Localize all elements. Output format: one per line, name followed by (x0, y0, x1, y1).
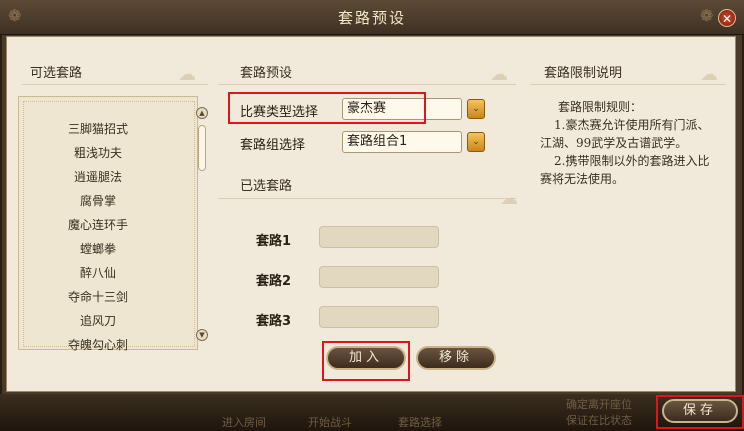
slot-field[interactable] (319, 226, 439, 248)
highlight-frame (228, 92, 426, 124)
group-select[interactable]: 套路组合1 (342, 131, 462, 153)
rule-text: 2.携带限制以外的套路进入比赛将无法使用。 (540, 154, 710, 186)
scroll-thumb[interactable] (198, 125, 206, 171)
list-item[interactable]: 三脚猫招式 (24, 120, 172, 137)
window-title: 套路预设 (337, 9, 406, 27)
close-button[interactable]: ✕ (718, 9, 736, 27)
list-item[interactable]: 追风刀 (24, 312, 172, 329)
background-text: 进入房间 (222, 416, 266, 429)
list-item[interactable]: 醉八仙 (24, 264, 172, 281)
background-text: 开始战斗 (308, 416, 352, 429)
list-item[interactable]: 腐骨掌 (24, 192, 172, 209)
highlight-frame (322, 341, 410, 381)
group-label: 套路组选择 (240, 138, 306, 153)
rule-heading: 套路限制规则： (558, 100, 643, 114)
chevron-down-icon[interactable]: ⌄ (467, 132, 485, 152)
routine-list-inner: 三脚猫招式 粗浅功夫 逍遥腿法 腐骨掌 魔心连环手 螳螂拳 醉八仙 夺命十三剑 … (23, 101, 195, 352)
cloud-ornament-icon: ☁ (178, 64, 196, 85)
divider (530, 84, 726, 85)
rules-description: 套路限制规则： 1.豪杰赛允许使用所有门派、江湖、99武学及古谱武学。 2.携带… (540, 98, 716, 188)
bottom-bar: 进入房间 开始战斗 套路选择 确定离开座位 保证在比状态 (0, 394, 744, 431)
scroll-up-icon[interactable]: ▲ (196, 107, 208, 119)
cloud-ornament-icon: ☁ (490, 64, 508, 85)
selected-routines-title: 已选套路 (240, 179, 293, 194)
background-text: 套路选择 (398, 416, 442, 429)
divider (218, 198, 516, 199)
scrollbar[interactable]: ▲ ▼ (196, 107, 208, 343)
highlight-frame (656, 395, 744, 429)
slot-field[interactable] (319, 266, 439, 288)
routine-list: 三脚猫招式 粗浅功夫 逍遥腿法 腐骨掌 魔心连环手 螳螂拳 醉八仙 夺命十三剑 … (18, 96, 208, 352)
list-item[interactable]: 夺魄勾心刺 (24, 336, 172, 353)
list-item[interactable]: 夺命十三剑 (24, 288, 172, 305)
title-bar: ❁ ❁ 套路预设 ✕ (0, 0, 744, 35)
list-item[interactable]: 魔心连环手 (24, 216, 172, 233)
slot-label: 套路1 (256, 234, 292, 249)
chevron-down-icon[interactable]: ⌄ (467, 99, 485, 119)
divider (22, 84, 208, 85)
background-text: 确定离开座位 (566, 398, 632, 411)
slot-label: 套路2 (256, 274, 292, 289)
preset-title: 套路预设 (240, 66, 293, 81)
slot-field[interactable] (319, 306, 439, 328)
slot-label: 套路3 (256, 314, 292, 329)
background-text: 保证在比状态 (566, 414, 632, 427)
rule-text: 1.豪杰赛允许使用所有门派、江湖、99武学及古谱武学。 (540, 118, 710, 150)
remove-button[interactable]: 移除 (416, 346, 496, 370)
list-item[interactable]: 粗浅功夫 (24, 144, 172, 161)
scroll-down-icon[interactable]: ▼ (196, 329, 208, 341)
rules-title: 套路限制说明 (544, 66, 623, 81)
list-item[interactable]: 逍遥腿法 (24, 168, 172, 185)
available-routines-title: 可选套路 (30, 66, 83, 81)
list-item[interactable]: 螳螂拳 (24, 240, 172, 257)
cloud-ornament-icon: ☁ (700, 64, 718, 85)
divider (218, 84, 516, 85)
